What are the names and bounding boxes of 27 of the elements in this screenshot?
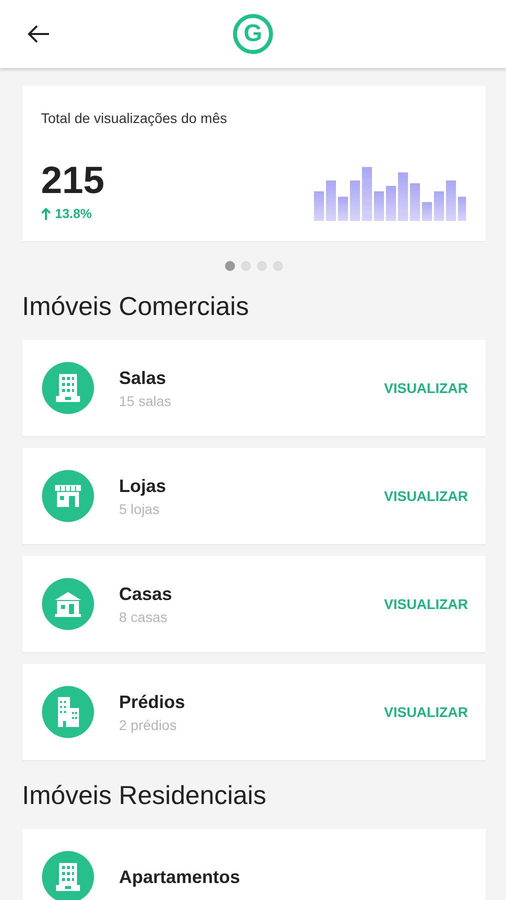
change-percentage: 13.8% <box>55 206 92 221</box>
category-name: Salas <box>119 368 168 388</box>
section-title: Imóveis Residenciais <box>22 780 268 811</box>
total-views: 215 <box>41 162 104 200</box>
section-title: Imóveis Comerciais <box>22 291 250 322</box>
buildings-icon <box>55 696 81 728</box>
office-building-icon <box>55 862 81 892</box>
store-icon <box>54 484 82 508</box>
back-arrow-icon <box>26 24 50 44</box>
view-button[interactable]: VISUALIZAR <box>384 484 468 508</box>
house-icon <box>54 591 82 617</box>
view-button[interactable]: VISUALIZAR <box>384 592 468 616</box>
office-building-icon <box>55 373 81 403</box>
category-name: Casas <box>119 584 174 604</box>
view-button[interactable]: VISUALIZAR <box>384 700 468 724</box>
up-arrow-icon <box>41 208 51 220</box>
category-count: 5 lojas <box>119 500 160 516</box>
view-button[interactable]: VISUALIZAR <box>384 376 468 400</box>
app-logo: G <box>233 14 273 54</box>
category-count: 8 casas <box>119 608 168 624</box>
page-dot[interactable] <box>225 261 235 271</box>
category-count: 2 prédios <box>119 716 178 732</box>
category-name: Apartamentos <box>119 866 242 888</box>
category-count: 15 salas <box>119 392 172 408</box>
category-name: Prédios <box>119 692 186 712</box>
stats-title: Total de visualizações do mês <box>41 110 228 126</box>
category-name: Lojas <box>119 476 168 496</box>
